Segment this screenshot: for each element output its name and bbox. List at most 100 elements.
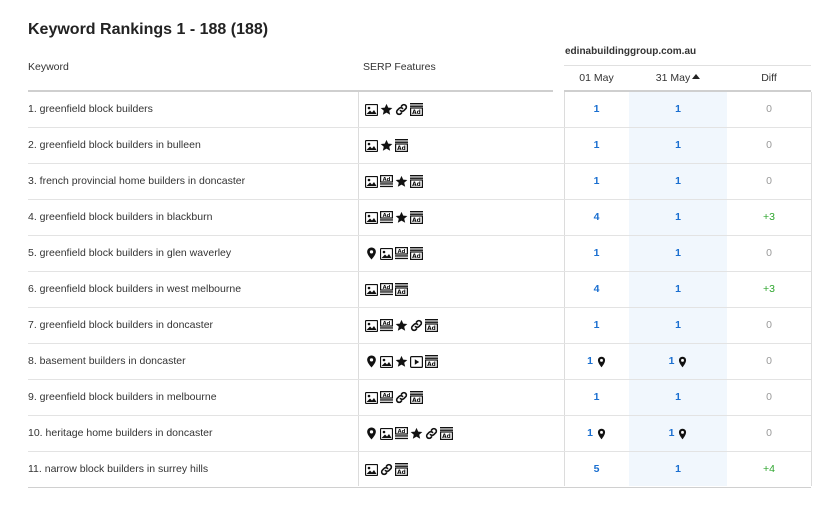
link-icon[interactable] [409,319,423,333]
table-row: 6. greenfield block builders in west mel… [28,272,811,308]
star-icon[interactable] [394,319,408,333]
keyword-cell[interactable]: 4. greenfield block builders in blackbur… [28,200,212,235]
svg-text:Ad: Ad [382,285,390,291]
position-31may[interactable]: 1 [629,272,727,307]
table-row: 4. greenfield block builders in blackbur… [28,200,811,236]
image-icon[interactable] [364,391,378,405]
serp-features: Ad [364,102,423,117]
position-value: 1 [593,103,600,115]
position-31may[interactable]: 1 [629,344,727,379]
keyword-cell[interactable]: 3. french provincial home builders in do… [28,164,245,199]
image-icon[interactable] [379,427,393,441]
date2-column-header[interactable]: 31 May [629,72,727,84]
position-31may[interactable]: 1 [629,164,727,199]
ad-icon[interactable]: Ad [409,211,423,225]
position-01may[interactable]: 1 [564,236,629,271]
pin-icon[interactable] [364,355,378,369]
ad-top-icon[interactable]: Ad [394,427,408,441]
serp-features: Ad Ad [364,282,408,297]
image-icon[interactable] [364,319,378,333]
star-icon[interactable] [394,211,408,225]
svg-text:Ad: Ad [397,429,405,435]
diff-value: +4 [763,463,775,475]
position-01may[interactable]: 1 [564,416,629,451]
ad-icon[interactable]: Ad [424,319,438,333]
position-01may[interactable]: 1 [564,344,629,379]
ad-icon[interactable]: Ad [409,391,423,405]
keyword-cell[interactable]: 1. greenfield block builders [28,92,153,127]
star-icon[interactable] [394,175,408,189]
ad-icon[interactable]: Ad [439,427,453,441]
keyword-cell[interactable]: 7. greenfield block builders in doncaste… [28,308,213,343]
position-01may[interactable]: 4 [564,272,629,307]
ad-icon[interactable]: Ad [409,247,423,261]
ad-icon[interactable]: Ad [394,139,408,153]
image-icon[interactable] [379,247,393,261]
position-31may[interactable]: 1 [629,380,727,415]
position-value: 1 [668,427,675,439]
pin-icon[interactable] [364,247,378,261]
ad-icon[interactable]: Ad [409,103,423,117]
keyword-column-header[interactable]: Keyword [28,61,69,73]
position-31may[interactable]: 1 [629,92,727,127]
star-icon[interactable] [379,103,393,117]
position-01may[interactable]: 1 [564,380,629,415]
serp-column-header: SERP Features [363,61,436,73]
position-01may[interactable]: 5 [564,452,629,487]
position-31may[interactable]: 1 [629,416,727,451]
position-01may[interactable]: 4 [564,200,629,235]
position-01may[interactable]: 1 [564,308,629,343]
keyword-cell[interactable]: 8. basement builders in doncaster [28,344,186,379]
ad-top-icon[interactable]: Ad [394,247,408,261]
star-icon[interactable] [394,355,408,369]
position-31may[interactable]: 1 [629,452,727,487]
serp-features: Ad Ad [364,210,423,225]
image-icon[interactable] [364,283,378,297]
position-01may[interactable]: 1 [564,164,629,199]
star-icon[interactable] [379,139,393,153]
position-31may[interactable]: 1 [629,236,727,271]
image-icon[interactable] [364,103,378,117]
date1-column-header[interactable]: 01 May [564,72,629,84]
position-31may[interactable]: 1 [629,128,727,163]
diff-value: 0 [766,139,772,151]
position-31may[interactable]: 1 [629,200,727,235]
svg-text:Ad: Ad [382,213,390,219]
ad-icon[interactable]: Ad [394,463,408,477]
diff-value: 0 [766,391,772,403]
image-icon[interactable] [364,463,378,477]
link-icon[interactable] [379,463,393,477]
position-value: 4 [593,283,600,295]
position-value: 1 [675,211,681,223]
link-icon[interactable] [394,391,408,405]
image-icon[interactable] [379,355,393,369]
ad-icon[interactable]: Ad [394,283,408,297]
position-31may[interactable]: 1 [629,308,727,343]
image-icon[interactable] [364,211,378,225]
ad-top-icon[interactable]: Ad [379,391,393,405]
ad-top-icon[interactable]: Ad [379,319,393,333]
position-value: 1 [675,391,681,403]
image-icon[interactable] [364,175,378,189]
ad-icon[interactable]: Ad [409,175,423,189]
link-icon[interactable] [394,103,408,117]
keyword-cell[interactable]: 11. narrow block builders in surrey hill… [28,452,208,487]
ad-top-icon[interactable]: Ad [379,211,393,225]
keyword-cell[interactable]: 6. greenfield block builders in west mel… [28,272,241,307]
keyword-cell[interactable]: 10. heritage home builders in doncaster [28,416,212,451]
ad-top-icon[interactable]: Ad [379,175,393,189]
position-01may[interactable]: 1 [564,92,629,127]
link-icon[interactable] [424,427,438,441]
star-icon[interactable] [409,427,423,441]
ad-icon[interactable]: Ad [424,355,438,369]
keyword-cell[interactable]: 2. greenfield block builders in bulleen [28,128,201,163]
ad-top-icon[interactable]: Ad [379,283,393,297]
video-icon[interactable] [409,355,423,369]
pin-icon[interactable] [364,427,378,441]
keyword-cell[interactable]: 9. greenfield block builders in melbourn… [28,380,217,415]
diff-column-header[interactable]: Diff [727,72,811,84]
image-icon[interactable] [364,139,378,153]
keyword-cell[interactable]: 5. greenfield block builders in glen wav… [28,236,231,271]
position-01may[interactable]: 1 [564,128,629,163]
table-row: 7. greenfield block builders in doncaste… [28,308,811,344]
